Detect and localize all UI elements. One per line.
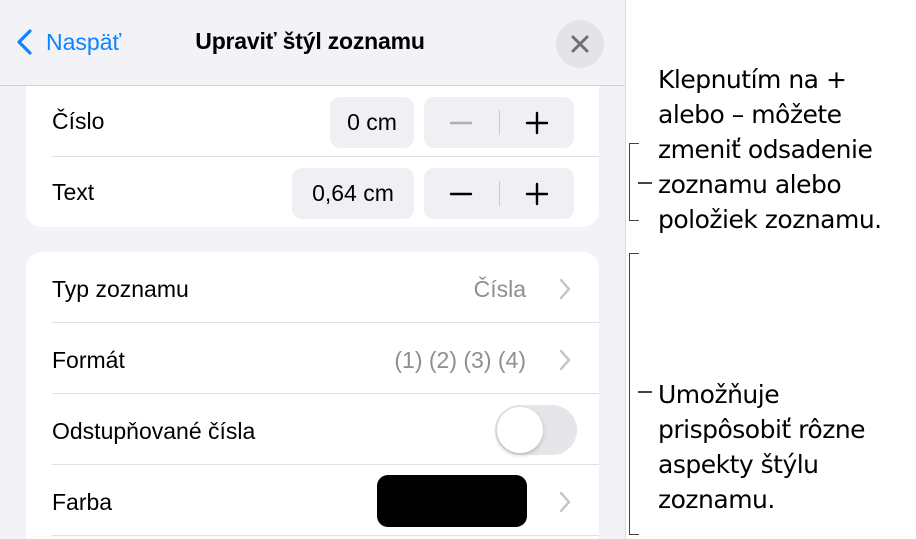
format-row[interactable]: Formát (1) (2) (3) (4)	[26, 323, 599, 394]
list-style-popover: Naspäť Upraviť štýl zoznamu Číslo 0 cm T…	[0, 0, 626, 539]
text-indent-increment-button[interactable]	[500, 168, 575, 219]
number-indent-row: Číslo 0 cm	[26, 86, 599, 157]
chevron-right-icon	[559, 491, 571, 513]
minus-icon	[450, 121, 473, 124]
plus-icon	[525, 111, 548, 134]
number-indent-stepper	[424, 97, 574, 148]
row-separator	[52, 535, 599, 536]
style-callout-leader	[638, 391, 652, 393]
list-type-label: Typ zoznamu	[52, 276, 189, 302]
chevron-right-icon	[559, 278, 571, 300]
number-indent-value[interactable]: 0 cm	[330, 97, 414, 148]
color-swatch[interactable]	[377, 475, 527, 527]
list-settings-group: Typ zoznamu Čísla Formát (1) (2) (3) (4)…	[26, 252, 599, 539]
list-type-row[interactable]: Typ zoznamu Čísla	[26, 252, 599, 323]
indent-callout-leader	[638, 182, 652, 184]
color-label: Farba	[52, 489, 113, 515]
number-indent-label: Číslo	[52, 108, 105, 134]
page-title: Upraviť štýl zoznamu	[0, 28, 625, 55]
toggle-knob	[497, 407, 543, 453]
number-indent-increment-button[interactable]	[500, 97, 575, 148]
indent-group: Číslo 0 cm Text 0,64 cm	[26, 86, 599, 227]
style-callout-bracket	[629, 253, 639, 535]
plus-icon	[525, 182, 548, 205]
navigation-bar: Naspäť Upraviť štýl zoznamu	[0, 0, 625, 86]
minus-icon	[450, 192, 473, 195]
style-callout-text: Umožňuje prispôsobiť rôzne aspekty štýlu…	[658, 380, 866, 514]
indent-callout-text: Klepnutím na + alebo – môžete zmeniť ods…	[658, 65, 882, 234]
tiered-numbers-label: Odstupňované čísla	[52, 418, 256, 444]
close-icon	[571, 35, 589, 53]
list-type-value: Čísla	[473, 276, 526, 302]
tiered-numbers-toggle[interactable]	[495, 405, 577, 455]
text-indent-value[interactable]: 0,64 cm	[292, 168, 414, 219]
text-indent-label: Text	[52, 179, 95, 205]
chevron-right-icon	[559, 349, 571, 371]
close-button[interactable]	[556, 20, 604, 68]
format-value: (1) (2) (3) (4)	[394, 347, 526, 373]
format-label: Formát	[52, 347, 125, 373]
text-indent-stepper	[424, 168, 574, 219]
text-indent-decrement-button[interactable]	[424, 168, 499, 219]
text-indent-row: Text 0,64 cm	[26, 157, 599, 228]
page-title-text: Upraviť štýl zoznamu	[195, 28, 425, 54]
number-indent-decrement-button[interactable]	[424, 97, 499, 148]
